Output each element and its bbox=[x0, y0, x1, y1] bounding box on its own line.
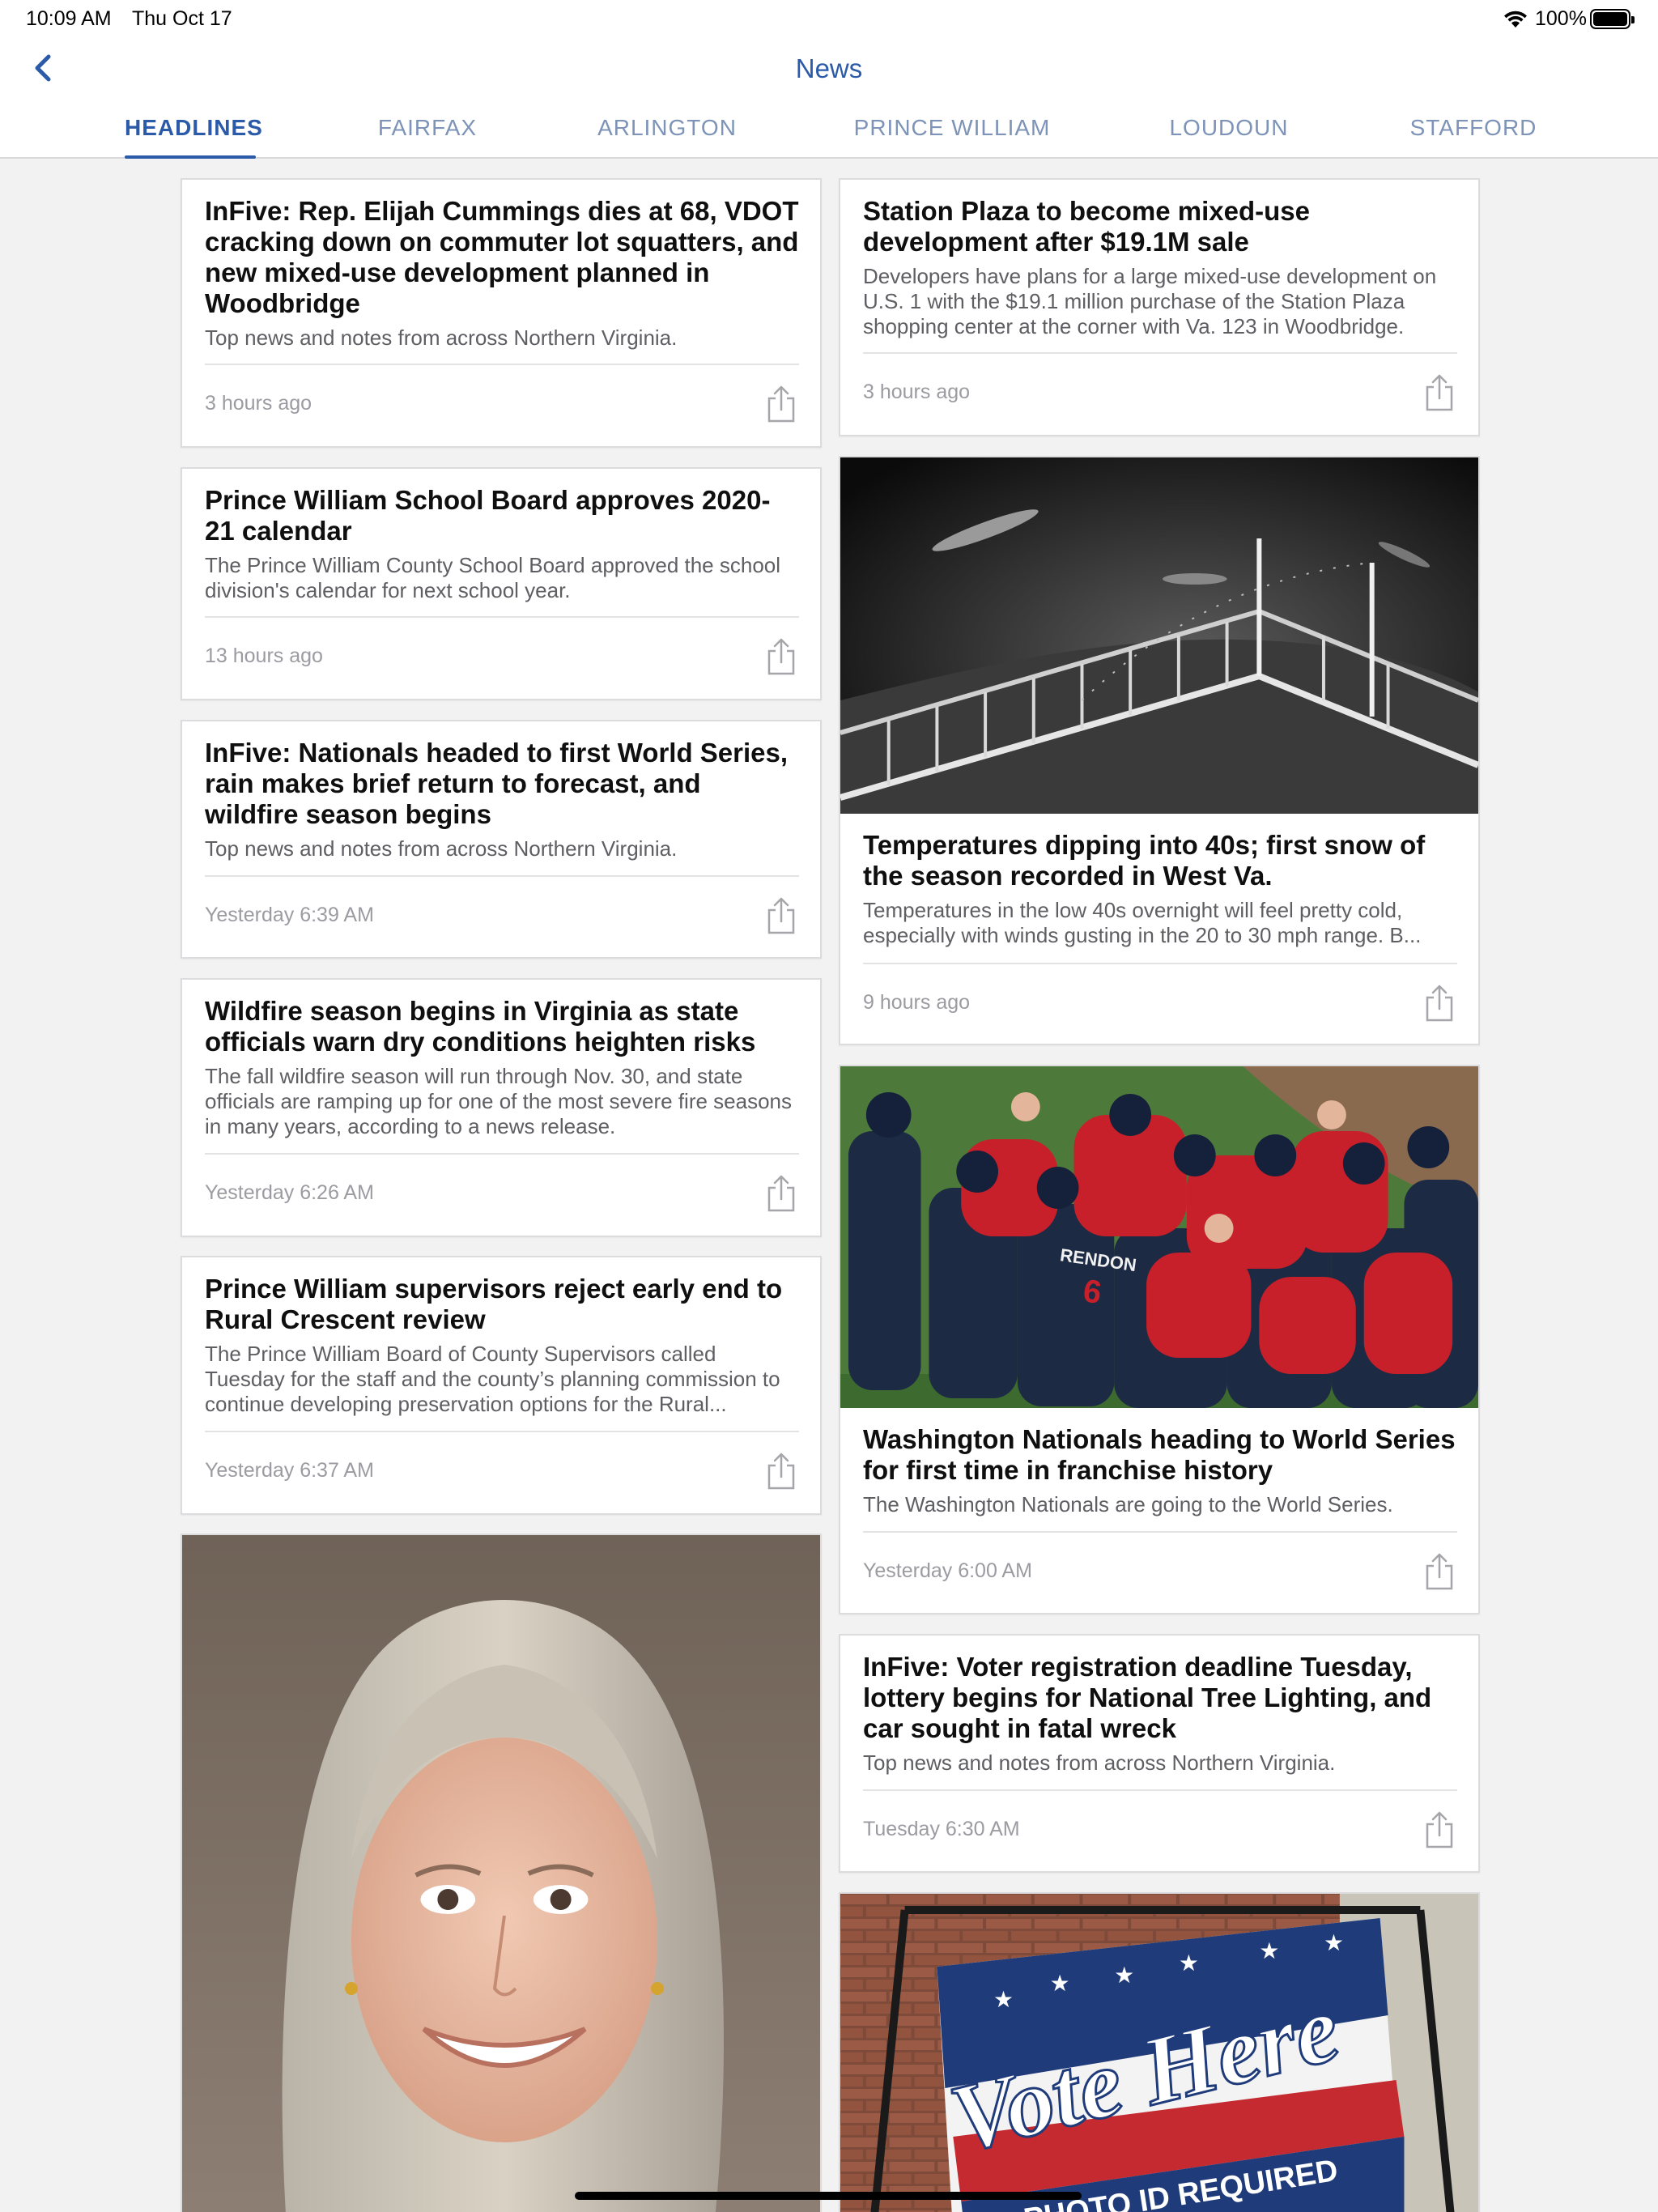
article-summary: The Prince William County School Board a… bbox=[205, 553, 781, 602]
article-card-photo[interactable] bbox=[181, 1534, 822, 2212]
share-icon[interactable] bbox=[765, 636, 797, 677]
active-tab-indicator bbox=[125, 155, 256, 159]
card-divider bbox=[863, 352, 1457, 354]
card-divider bbox=[205, 364, 799, 365]
news-app: 10:09 AM Thu Oct 17 100% News HEADLINES … bbox=[0, 0, 1658, 2212]
battery-icon bbox=[1590, 9, 1635, 29]
article-title: InFive: Rep. Elijah Cummings dies at 68,… bbox=[205, 196, 799, 318]
article-summary: Top news and notes from across Northern … bbox=[863, 1750, 1336, 1775]
svg-text:★: ★ bbox=[1050, 1971, 1070, 1996]
tab-headlines[interactable]: HEADLINES bbox=[125, 115, 262, 159]
tab-label: FAIRFAX bbox=[377, 115, 478, 140]
status-date: Thu Oct 17 bbox=[132, 7, 232, 30]
vote-here-sign-photo: ★★ ★ ★ ★ ★ Vote Here PHOTO ID REQUIRED bbox=[840, 1894, 1478, 2212]
article-title: InFive: Voter registration deadline Tues… bbox=[863, 1652, 1432, 1743]
article-card[interactable]: Temperatures dipping into 40s; first sno… bbox=[839, 456, 1480, 1045]
article-title: Prince William supervisors reject early … bbox=[205, 1274, 783, 1334]
wifi-icon bbox=[1504, 11, 1527, 28]
card-divider bbox=[205, 1153, 799, 1155]
nav-header: News HEADLINES FAIRFAX ARLINGTON PRINCE … bbox=[0, 39, 1658, 159]
snow-night-photo bbox=[840, 457, 1478, 814]
article-card[interactable]: Prince William School Board approves 202… bbox=[181, 467, 822, 700]
article-timestamp: Tuesday 6:30 AM bbox=[863, 1818, 1020, 1840]
portrait-photo bbox=[182, 1535, 820, 2212]
article-summary: The Washington Nationals are going to th… bbox=[863, 1492, 1393, 1516]
tab-fairfax[interactable]: FAIRFAX bbox=[368, 115, 487, 159]
tab-label: STAFFORD bbox=[1409, 115, 1537, 140]
share-icon[interactable] bbox=[765, 384, 797, 424]
share-icon[interactable] bbox=[1423, 983, 1456, 1023]
status-bar: 10:09 AM Thu Oct 17 100% bbox=[0, 0, 1658, 39]
article-summary: Top news and notes from across Northern … bbox=[205, 836, 678, 861]
home-indicator[interactable] bbox=[575, 2192, 1082, 2200]
tab-arlington[interactable]: ARLINGTON bbox=[591, 115, 743, 159]
article-title: Wildfire season begins in Virginia as st… bbox=[205, 996, 756, 1057]
card-divider bbox=[205, 875, 799, 877]
article-timestamp: Yesterday 6:00 AM bbox=[863, 1559, 1032, 1582]
card-divider bbox=[205, 616, 799, 618]
svg-text:★: ★ bbox=[1259, 1938, 1279, 1963]
battery-percent: 100% bbox=[1535, 7, 1587, 30]
article-title: Station Plaza to become mixed-use develo… bbox=[863, 196, 1310, 257]
article-summary: The Prince William Board of County Super… bbox=[205, 1342, 780, 1416]
share-icon[interactable] bbox=[765, 895, 797, 936]
status-time: 10:09 AM bbox=[26, 7, 112, 30]
article-summary: Top news and notes from across Northern … bbox=[205, 325, 678, 350]
tab-label: LOUDOUN bbox=[1169, 115, 1289, 140]
article-title: InFive: Nationals headed to first World … bbox=[205, 738, 789, 829]
card-divider bbox=[863, 963, 1457, 964]
article-title: Washington Nationals heading to World Se… bbox=[863, 1424, 1456, 1485]
article-title: Temperatures dipping into 40s; first sno… bbox=[863, 830, 1426, 891]
share-icon[interactable] bbox=[1423, 372, 1456, 413]
svg-text:★: ★ bbox=[993, 1987, 1014, 2012]
article-summary: Developers have plans for a large mixed-… bbox=[863, 264, 1437, 338]
share-icon[interactable] bbox=[765, 1451, 797, 1491]
article-timestamp: 3 hours ago bbox=[205, 392, 312, 415]
article-card-photo[interactable]: ★ ★ ★ ★ ★ ★ Vote Here PHOTO ID REQUIRED bbox=[839, 1892, 1480, 2212]
card-divider bbox=[863, 1789, 1457, 1791]
article-card[interactable]: InFive: Voter registration deadline Tues… bbox=[839, 1634, 1480, 1873]
article-card[interactable]: Prince William supervisors reject early … bbox=[181, 1256, 822, 1515]
article-summary: The fall wildfire season will run throug… bbox=[205, 1064, 793, 1138]
page-title: News bbox=[795, 53, 863, 83]
baseball-celebration-photo: RENDON 6 bbox=[840, 1066, 1478, 1408]
svg-text:★: ★ bbox=[1324, 1930, 1344, 1955]
article-timestamp: Yesterday 6:39 AM bbox=[205, 904, 374, 926]
card-divider bbox=[205, 1431, 799, 1432]
tab-label: PRINCE WILLIAM bbox=[853, 115, 1051, 140]
share-icon[interactable] bbox=[1423, 1551, 1456, 1592]
svg-text:★: ★ bbox=[1114, 1963, 1134, 1988]
article-timestamp: 3 hours ago bbox=[863, 381, 971, 403]
article-card[interactable]: Wildfire season begins in Virginia as st… bbox=[181, 978, 822, 1237]
article-card[interactable]: Station Plaza to become mixed-use develo… bbox=[839, 178, 1480, 436]
article-card[interactable]: RENDON 6 Washington Nationals heading to… bbox=[839, 1065, 1480, 1614]
share-icon[interactable] bbox=[1423, 1810, 1456, 1850]
tab-label: ARLINGTON bbox=[597, 115, 737, 140]
tab-prince-william[interactable]: PRINCE WILLIAM bbox=[850, 115, 1054, 159]
article-card[interactable]: InFive: Nationals headed to first World … bbox=[181, 720, 822, 959]
article-timestamp: Yesterday 6:37 AM bbox=[205, 1459, 374, 1482]
share-icon[interactable] bbox=[765, 1173, 797, 1214]
region-tabs: HEADLINES FAIRFAX ARLINGTON PRINCE WILLI… bbox=[0, 115, 1658, 159]
article-summary: Temperatures in the low 40s overnight wi… bbox=[863, 898, 1422, 947]
card-divider bbox=[863, 1531, 1457, 1533]
tab-stafford[interactable]: STAFFORD bbox=[1409, 115, 1538, 159]
article-timestamp: 13 hours ago bbox=[205, 644, 323, 667]
article-timestamp: Yesterday 6:26 AM bbox=[205, 1181, 374, 1204]
tab-loudoun[interactable]: LOUDOUN bbox=[1166, 115, 1292, 159]
article-timestamp: 9 hours ago bbox=[863, 991, 971, 1014]
article-card[interactable]: InFive: Rep. Elijah Cummings dies at 68,… bbox=[181, 178, 822, 448]
tab-label: HEADLINES bbox=[125, 115, 263, 140]
article-title: Prince William School Board approves 202… bbox=[205, 485, 771, 546]
svg-text:★: ★ bbox=[1179, 1950, 1199, 1976]
